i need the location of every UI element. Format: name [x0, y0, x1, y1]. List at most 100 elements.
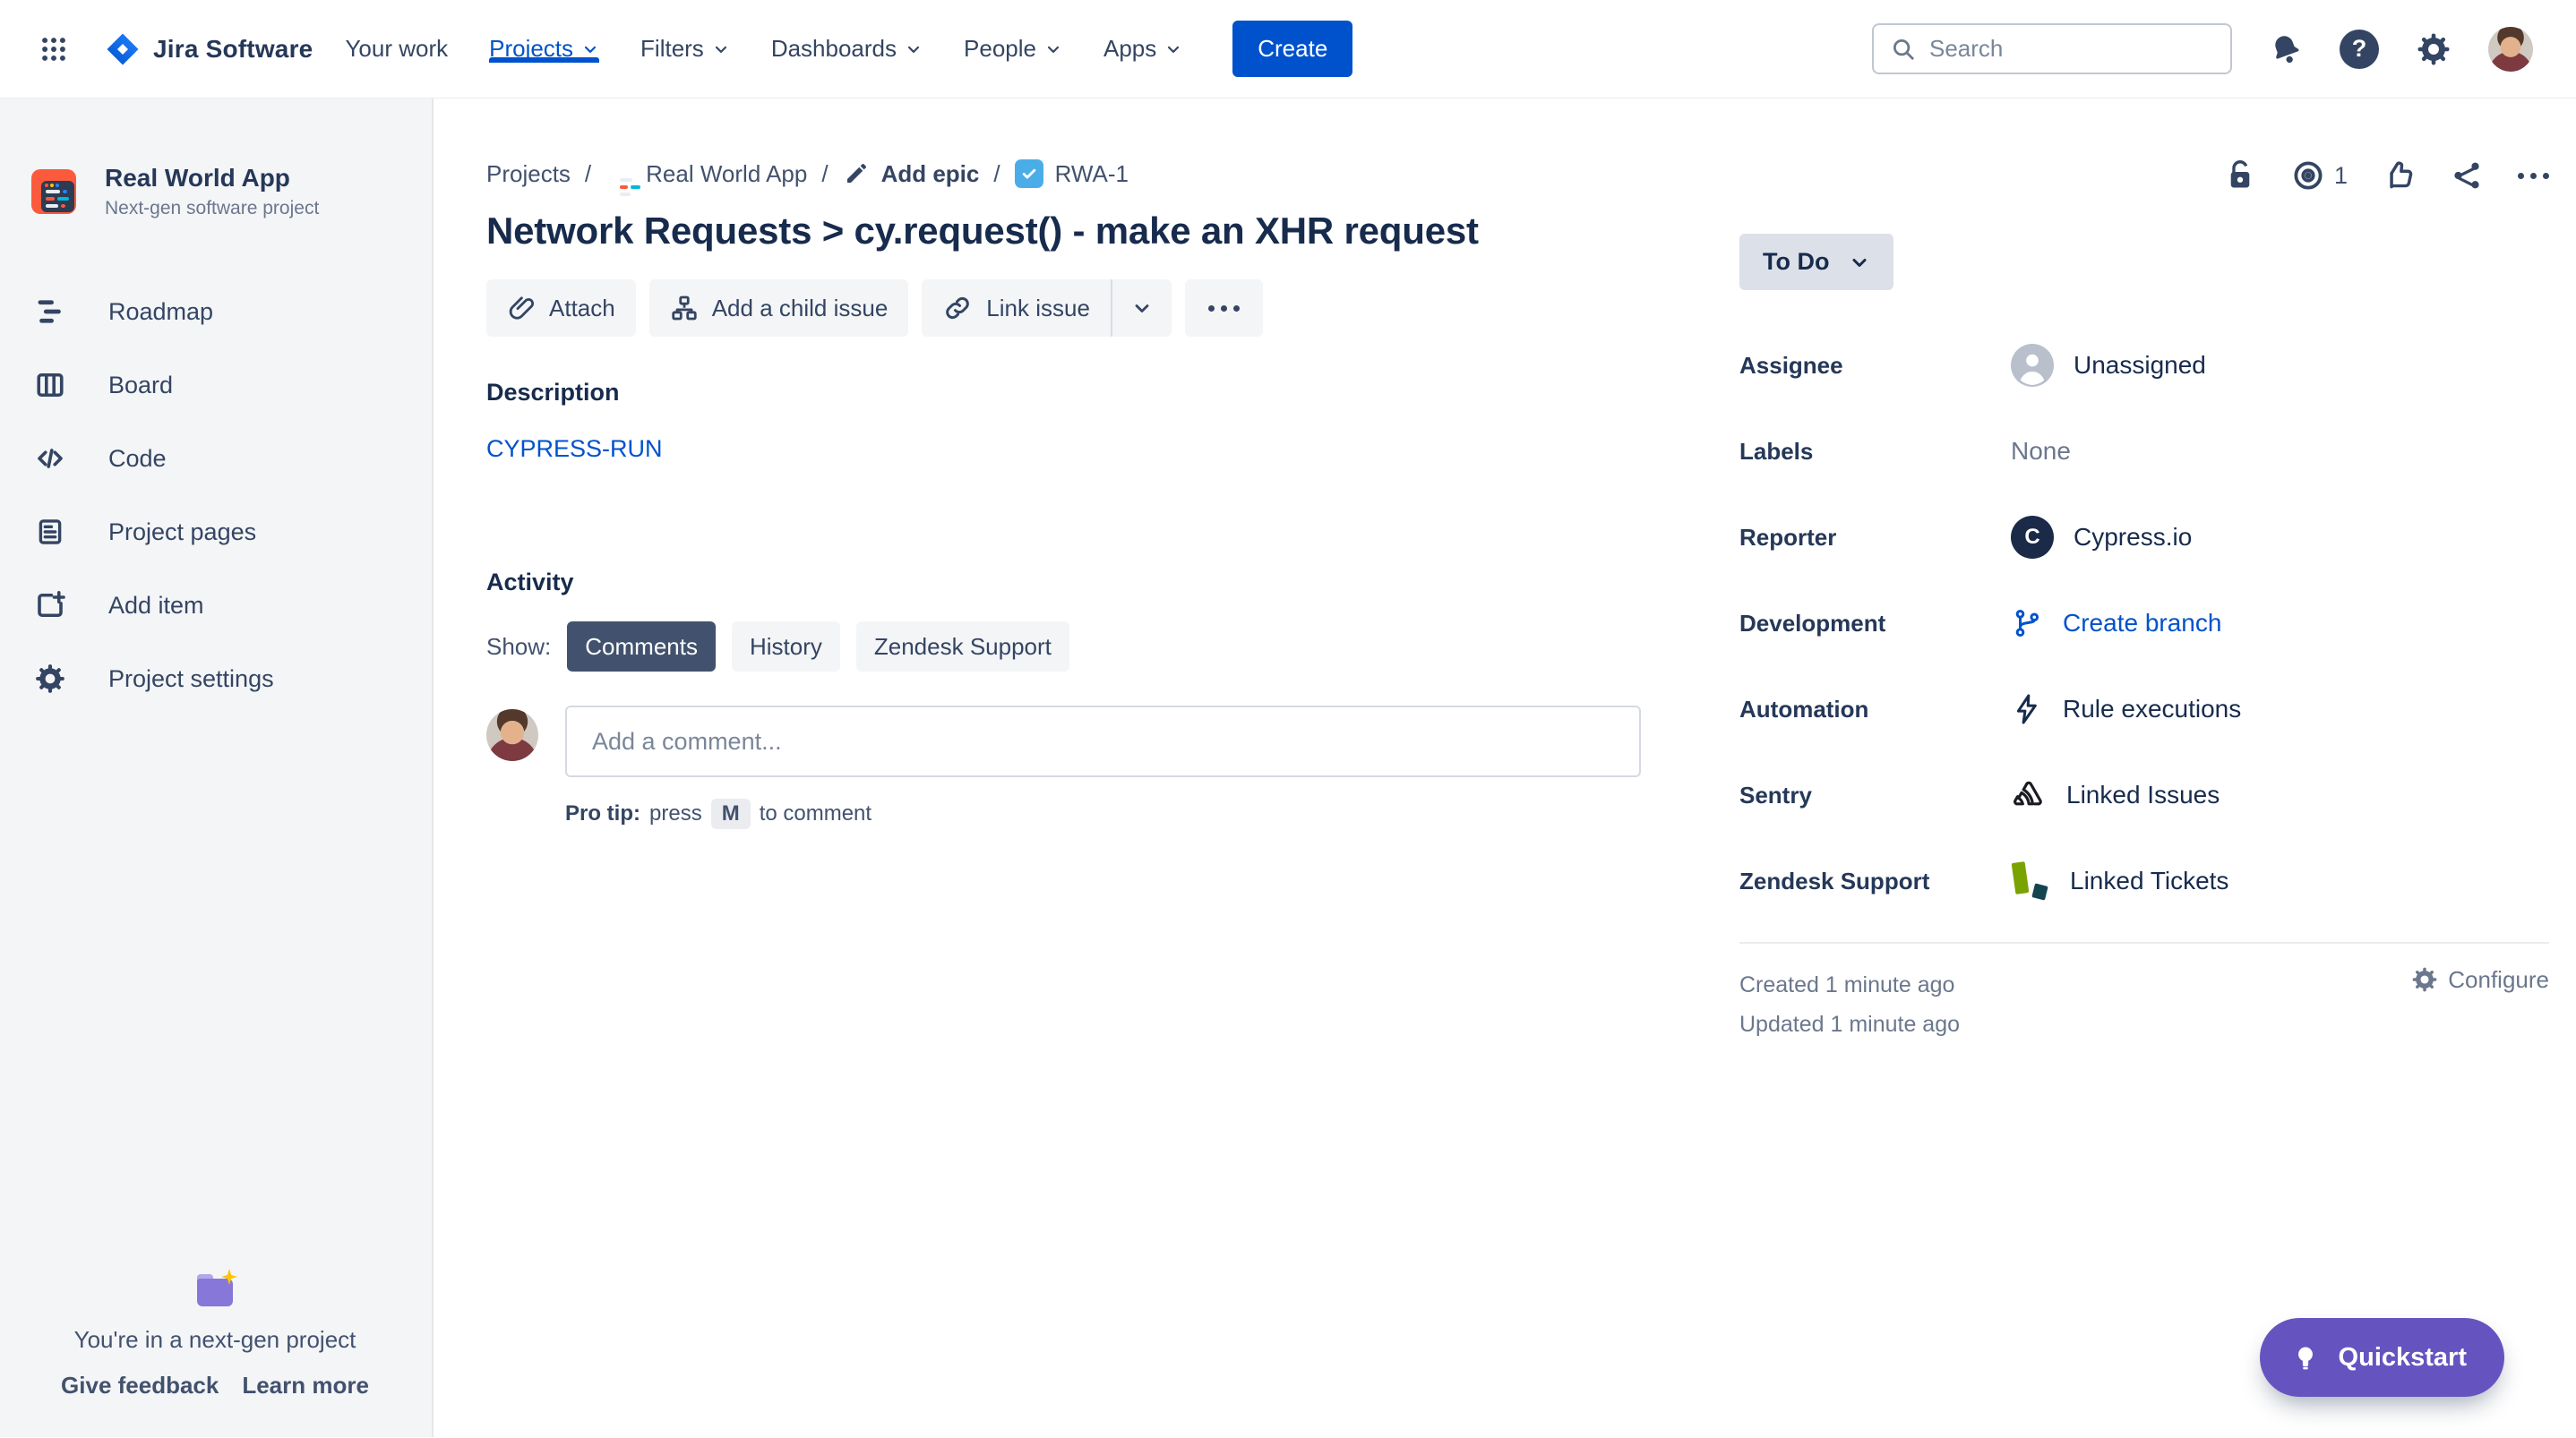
tab-zendesk-support[interactable]: Zendesk Support: [855, 621, 1069, 672]
quickstart-button[interactable]: Quickstart: [2259, 1318, 2504, 1397]
nav-item-your-work[interactable]: Your work: [345, 35, 448, 63]
add-child-issue-button[interactable]: Add a child issue: [648, 279, 909, 337]
search-box[interactable]: [1872, 23, 2232, 74]
sidebar-footer: You're in a next-gen project Give feedba…: [0, 1269, 430, 1399]
comment-input[interactable]: [565, 706, 1641, 777]
show-label: Show:: [486, 632, 552, 660]
breadcrumb-project[interactable]: Real World App: [605, 159, 807, 196]
field-row-automation[interactable]: Automation Rule executions: [1739, 666, 2549, 752]
restrict-button[interactable]: [2223, 158, 2257, 193]
issue-fields: Assignee Unassigned Labels None Reporter: [1739, 322, 2549, 924]
status-dropdown[interactable]: To Do: [1739, 234, 1894, 290]
learn-more-link[interactable]: Learn more: [242, 1372, 369, 1399]
link-issue-button[interactable]: Link issue: [922, 279, 1112, 337]
breadcrumb-issue-key[interactable]: RWA-1: [1014, 159, 1129, 188]
zendesk-logo-icon: [2011, 860, 2050, 902]
project-sidebar: Real World App Next-gen software project…: [0, 98, 434, 1437]
tab-comments[interactable]: Comments: [567, 621, 716, 672]
project-avatar: [31, 169, 76, 214]
nav-item-filters[interactable]: Filters: [640, 35, 730, 63]
ellipsis-icon: [1207, 304, 1240, 312]
child-issue-icon: [670, 294, 699, 322]
field-row-reporter[interactable]: Reporter C Cypress.io: [1739, 494, 2549, 580]
nav-item-apps[interactable]: Apps: [1103, 35, 1182, 63]
lightning-bolt-icon: [2011, 693, 2043, 725]
branch-icon: [2011, 607, 2043, 639]
more-options-button[interactable]: [2518, 172, 2549, 179]
field-row-labels[interactable]: Labels None: [1739, 408, 2549, 494]
sidebar-item-project-pages[interactable]: Project pages: [31, 495, 432, 569]
project-name: Real World App: [105, 164, 290, 192]
code-icon: [33, 442, 67, 475]
sidebar-item-board[interactable]: Board: [31, 348, 432, 422]
settings-button[interactable]: [2415, 30, 2452, 68]
settings-gear-icon: [33, 662, 67, 696]
nav-item-people[interactable]: People: [964, 35, 1062, 63]
folder-sparkle-icon: [194, 1269, 237, 1306]
panel-divider: [1739, 942, 2549, 944]
description-section: Description CYPRESS-RUN: [486, 379, 1641, 463]
jira-diamond-icon: [105, 31, 141, 67]
breadcrumb-projects[interactable]: Projects: [486, 160, 571, 188]
description-link[interactable]: CYPRESS-RUN: [486, 435, 663, 463]
sidebar-item-project-settings[interactable]: Project settings: [31, 642, 432, 715]
search-icon: [1890, 36, 1917, 63]
help-icon: ?: [2340, 29, 2379, 69]
bell-icon: [2268, 31, 2304, 67]
ellipsis-icon: [2518, 172, 2549, 179]
help-button[interactable]: ?: [2340, 29, 2379, 69]
issue-toolbar: Attach Add a child issue Link issue: [486, 279, 1641, 337]
field-row-assignee[interactable]: Assignee Unassigned: [1739, 322, 2549, 408]
logo-text: Jira Software: [153, 34, 313, 63]
sidebar-item-code[interactable]: Code: [31, 422, 432, 495]
notifications-button[interactable]: [2268, 31, 2304, 67]
pro-tip: Pro tip: press M to comment: [565, 799, 1641, 829]
search-input[interactable]: [1929, 35, 2214, 63]
field-row-development[interactable]: Development Create branch: [1739, 580, 2549, 666]
activity-heading: Activity: [486, 569, 574, 595]
chevron-down-icon: [1044, 40, 1062, 58]
paperclip-icon: [507, 294, 536, 322]
description-heading: Description: [486, 379, 620, 406]
project-type: Next-gen software project: [105, 198, 320, 218]
link-issue-split-button: Link issue: [922, 279, 1172, 337]
share-icon: [2450, 158, 2484, 193]
top-nav: Jira Software Your work Projects Filters…: [0, 0, 2576, 98]
avatar-placeholder-icon: [2011, 344, 2054, 387]
configure-button[interactable]: Configure: [2410, 965, 2549, 994]
next-gen-message: You're in a next-gen project: [73, 1326, 356, 1353]
issue-title[interactable]: Network Requests > cy.request() - make a…: [486, 210, 1641, 253]
create-button[interactable]: Create: [1232, 21, 1353, 77]
attach-button[interactable]: Attach: [486, 279, 636, 337]
user-avatar[interactable]: [2488, 26, 2533, 72]
breadcrumb: Projects / Real World App / Add epic / R…: [486, 159, 1641, 196]
configure-gear-icon: [2410, 965, 2439, 994]
chevron-down-icon: [1849, 252, 1870, 273]
nav-item-projects[interactable]: Projects: [489, 35, 599, 63]
field-row-zendesk[interactable]: Zendesk Support Linked Tickets: [1739, 838, 2549, 924]
chevron-down-icon: [905, 40, 923, 58]
sidebar-item-add-item[interactable]: Add item: [31, 569, 432, 642]
issue-view: Projects / Real World App / Add epic / R…: [434, 98, 2576, 1437]
sidebar-item-roadmap[interactable]: Roadmap: [31, 275, 432, 348]
more-actions-button[interactable]: [1184, 279, 1263, 337]
watch-button[interactable]: 1: [2291, 158, 2348, 193]
share-button[interactable]: [2450, 158, 2484, 193]
lightbulb-icon: [2290, 1342, 2321, 1373]
field-row-sentry[interactable]: Sentry Linked Issues: [1739, 752, 2549, 838]
issue-meta: Created 1 minute ago Updated 1 minute ag…: [1739, 965, 1960, 1044]
gear-icon: [2415, 30, 2452, 68]
app-switcher-button[interactable]: [39, 0, 89, 98]
board-icon: [33, 369, 67, 401]
breadcrumb-add-epic[interactable]: Add epic: [843, 160, 979, 188]
chevron-down-icon: [1131, 297, 1153, 319]
add-item-icon: [33, 589, 67, 621]
tab-history[interactable]: History: [731, 621, 840, 672]
vote-button[interactable]: [2382, 158, 2416, 193]
give-feedback-link[interactable]: Give feedback: [61, 1372, 219, 1399]
nav-item-dashboards[interactable]: Dashboards: [771, 35, 923, 63]
jira-logo[interactable]: Jira Software: [105, 31, 313, 67]
link-issue-dropdown-button[interactable]: [1112, 279, 1172, 337]
chevron-down-icon: [712, 40, 730, 58]
issue-actions-row: 1: [1739, 157, 2549, 194]
